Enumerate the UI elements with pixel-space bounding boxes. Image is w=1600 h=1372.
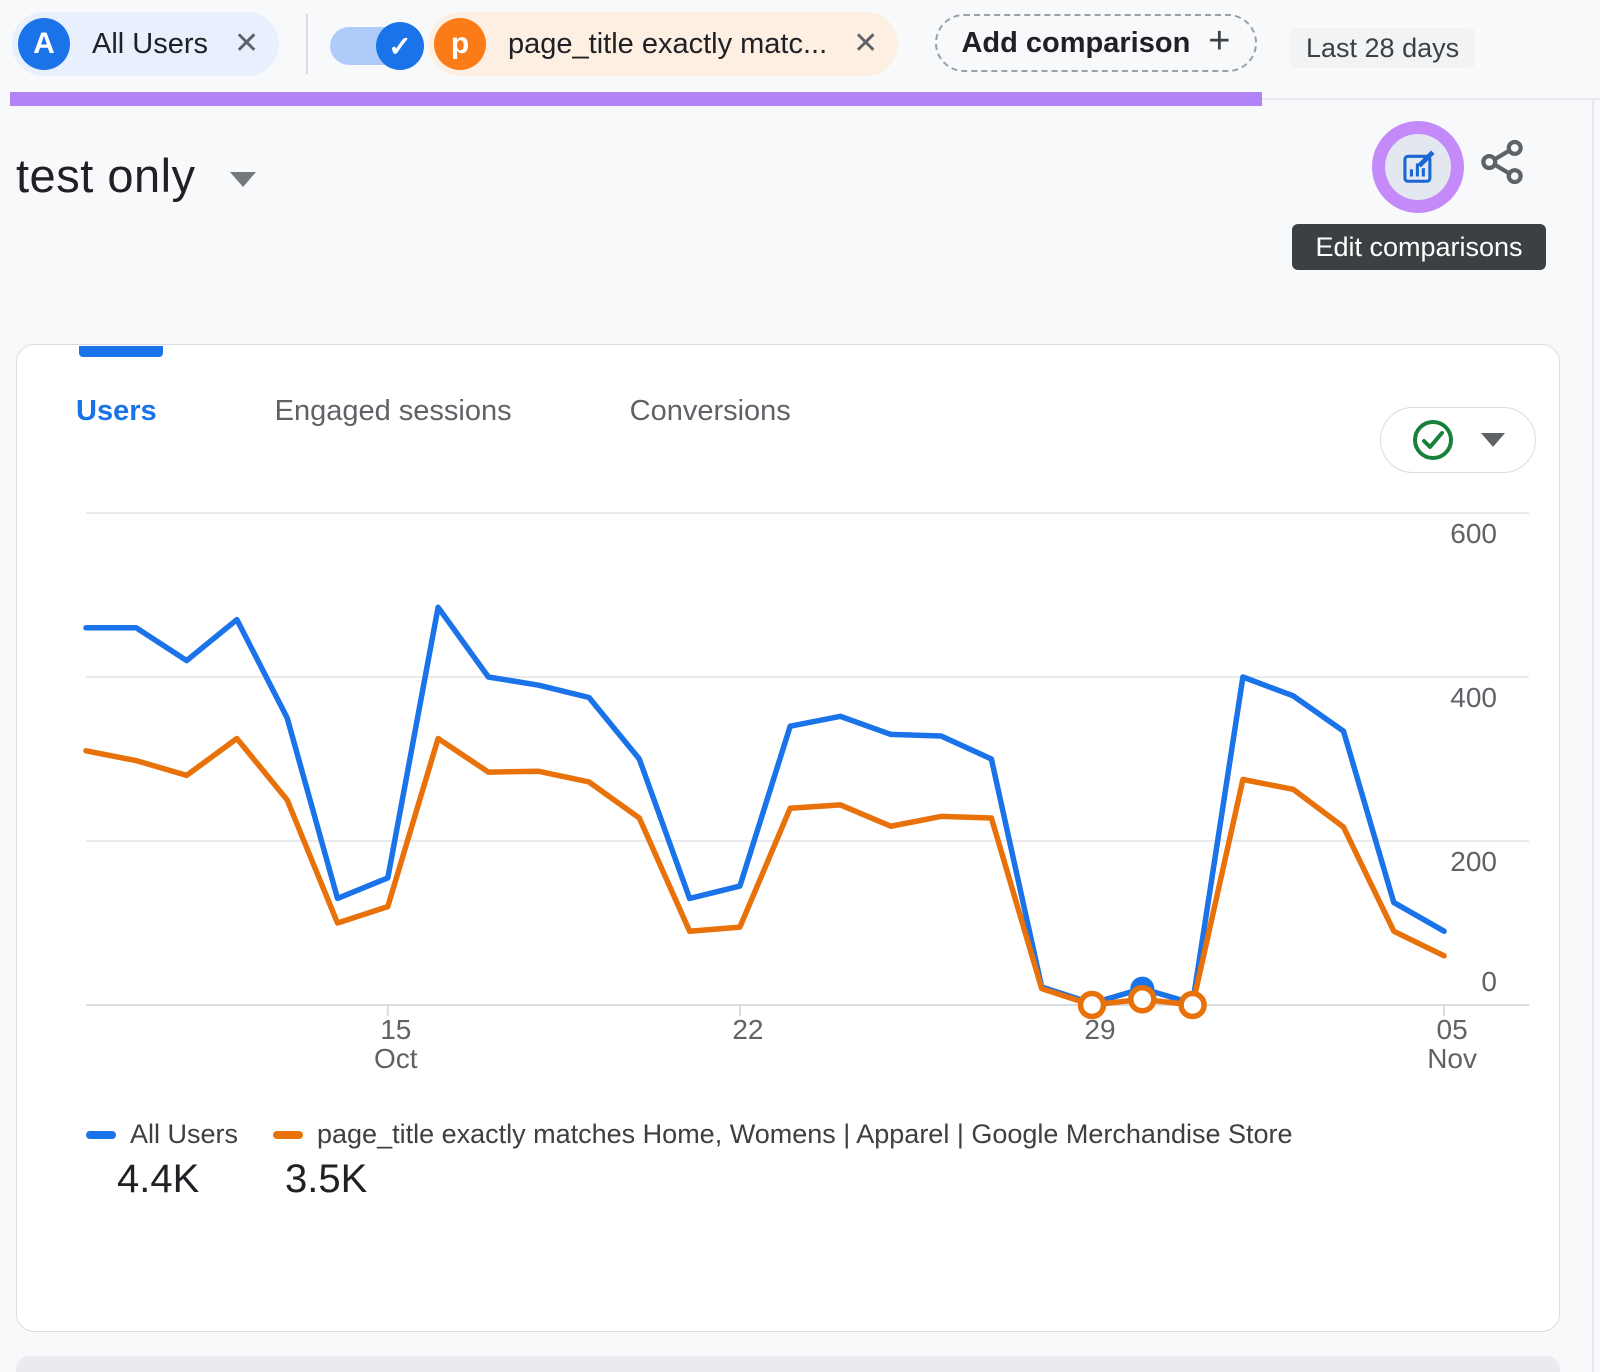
users-trend-chart: 020040060015Oct222905Nov: [17, 345, 1561, 1333]
add-comparison-button[interactable]: Add comparison +: [935, 14, 1257, 72]
legend-label: All Users: [130, 1119, 238, 1150]
comparison-chip-all-users[interactable]: A All Users ✕: [12, 12, 279, 76]
toolbar-hairline: [1262, 98, 1600, 100]
y-axis-label-600: 600: [1450, 518, 1497, 549]
legend-swatch-blue: [86, 1131, 116, 1139]
edit-comparisons-tooltip: Edit comparisons: [1292, 224, 1546, 270]
date-range-selector[interactable]: Last 28 days: [1290, 28, 1475, 68]
report-card: Users Engaged sessions Conversions 02004…: [16, 344, 1560, 1332]
comparison-chip-label: All Users: [92, 28, 208, 61]
highlight-circle-orange: [1131, 988, 1154, 1011]
y-axis-label-0: 0: [1481, 966, 1497, 997]
comparison-toolbar: A All Users ✕ ✓ p page_title exactly mat…: [0, 0, 1600, 92]
x-axis-label: 22: [732, 1014, 763, 1045]
legend-item-page-title: page_title exactly matches Home, Womens …: [273, 1119, 1293, 1150]
viewport-edge: [1592, 100, 1594, 1372]
comparison-toggle[interactable]: ✓: [330, 27, 418, 65]
y-axis-label-200: 200: [1450, 846, 1497, 877]
x-axis-sublabel: Nov: [1427, 1043, 1477, 1074]
comparison-p-avatar: p: [434, 18, 486, 70]
chart-line-page-title: [86, 739, 1444, 1006]
toggle-check-icon: ✓: [376, 22, 424, 70]
y-axis-label-400: 400: [1450, 682, 1497, 713]
x-axis-label: 15: [380, 1014, 411, 1045]
chevron-down-icon: [230, 172, 256, 187]
total-page-title: 3.5K: [285, 1157, 367, 1202]
add-comparison-label: Add comparison: [961, 27, 1190, 60]
edit-comparisons-button[interactable]: [1372, 121, 1464, 213]
x-axis-label: 05: [1437, 1014, 1468, 1045]
highlight-circle-orange: [1181, 994, 1204, 1017]
comparison-chip-page-title[interactable]: p page_title exactly matc... ✕: [428, 12, 898, 76]
comparison-active-bar: [10, 92, 1262, 106]
share-button[interactable]: [1478, 138, 1526, 186]
legend-label: page_title exactly matches Home, Womens …: [317, 1119, 1293, 1150]
next-card-edge: [16, 1356, 1560, 1372]
page-title: test only: [16, 148, 196, 203]
x-axis-sublabel: Oct: [374, 1043, 418, 1074]
plus-icon: +: [1208, 22, 1230, 60]
legend-item-all-users: All Users: [86, 1119, 238, 1150]
close-icon[interactable]: ✕: [234, 29, 259, 59]
total-all-users: 4.4K: [117, 1157, 199, 1202]
highlight-circle-orange: [1081, 994, 1104, 1017]
comparison-chip-label: page_title exactly matc...: [508, 28, 827, 61]
edit-comparisons-icon: [1385, 134, 1451, 200]
comparison-a-avatar: A: [18, 18, 70, 70]
close-icon[interactable]: ✕: [853, 29, 878, 59]
chart-legend: All Users page_title exactly matches Hom…: [17, 1119, 1559, 1159]
legend-swatch-orange: [273, 1131, 303, 1139]
toolbar-divider: [306, 14, 308, 74]
report-title-dropdown[interactable]: test only: [16, 148, 256, 203]
